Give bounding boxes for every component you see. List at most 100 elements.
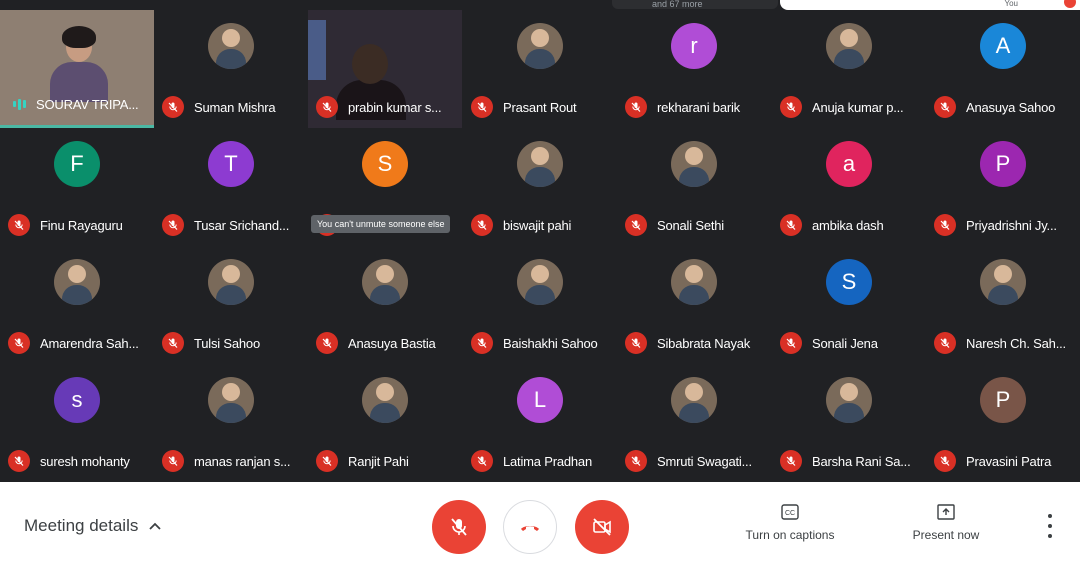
muted-mic-icon[interactable] bbox=[934, 332, 956, 354]
muted-mic-icon[interactable] bbox=[780, 450, 802, 472]
muted-mic-icon[interactable] bbox=[934, 450, 956, 472]
participant-tile[interactable]: F Finu Rayaguru bbox=[0, 128, 154, 246]
muted-mic-icon[interactable] bbox=[625, 332, 647, 354]
leave-call-button[interactable] bbox=[503, 500, 557, 554]
muted-mic-icon[interactable] bbox=[934, 214, 956, 236]
participant-name-row: Anuja kumar p... bbox=[780, 94, 904, 120]
participant-tile[interactable]: L Latima Pradhan bbox=[463, 364, 617, 482]
muted-mic-icon[interactable] bbox=[162, 214, 184, 236]
participant-tile[interactable]: prabin kumar s... bbox=[308, 10, 462, 128]
participant-tile[interactable]: Smruti Swagati... bbox=[617, 364, 771, 482]
muted-mic-icon[interactable] bbox=[625, 96, 647, 118]
participant-tile[interactable]: Baishakhi Sahoo bbox=[463, 246, 617, 364]
participants-chip[interactable]: and 67 more bbox=[612, 0, 778, 9]
participant-photo-avatar bbox=[517, 259, 563, 305]
participant-name: suresh mohanty bbox=[40, 453, 130, 469]
participant-tile[interactable]: P Pravasini Patra bbox=[926, 364, 1080, 482]
muted-mic-icon[interactable] bbox=[8, 214, 30, 236]
participant-tile[interactable]: Barsha Rani Sa... bbox=[772, 364, 926, 482]
participant-tile[interactable]: P Priyadrishni Jy... bbox=[926, 128, 1080, 246]
muted-mic-icon[interactable] bbox=[471, 450, 493, 472]
participant-name-row: Tusar Srichand... bbox=[162, 212, 289, 238]
participant-photo-avatar bbox=[826, 23, 872, 69]
captions-button[interactable]: CC Turn on captions bbox=[736, 504, 844, 542]
present-screen-icon bbox=[937, 504, 955, 520]
participant-name-row: biswajit pahi bbox=[471, 212, 571, 238]
muted-mic-icon[interactable] bbox=[471, 96, 493, 118]
participant-photo-avatar bbox=[54, 259, 100, 305]
muted-mic-icon[interactable] bbox=[316, 96, 338, 118]
participant-name-row: Smruti Swagati... bbox=[625, 448, 752, 474]
participant-tile[interactable]: Suman Mishra bbox=[154, 10, 308, 128]
hang-up-icon bbox=[521, 526, 539, 531]
participant-name: Priyadrishni Jy... bbox=[966, 217, 1057, 233]
participant-name-row: prabin kumar s... bbox=[316, 94, 442, 120]
muted-mic-icon[interactable] bbox=[780, 332, 802, 354]
participant-tile[interactable]: A Anasuya Sahoo bbox=[926, 10, 1080, 128]
muted-mic-icon[interactable] bbox=[162, 96, 184, 118]
muted-mic-icon[interactable] bbox=[316, 332, 338, 354]
participant-name-row: Pravasini Patra bbox=[934, 448, 1051, 474]
muted-mic-icon[interactable] bbox=[780, 96, 802, 118]
participant-name: ambika dash bbox=[812, 217, 884, 233]
participant-tile[interactable]: Anasuya Bastia bbox=[308, 246, 462, 364]
participant-name: Anasuya Sahoo bbox=[966, 99, 1056, 115]
muted-mic-icon[interactable] bbox=[471, 332, 493, 354]
participant-tile[interactable]: Naresh Ch. Sah... bbox=[926, 246, 1080, 364]
participant-name-row: Suman Mishra bbox=[162, 94, 276, 120]
meeting-details-button[interactable]: Meeting details bbox=[24, 516, 162, 536]
participant-tile[interactable]: SOURAV TRIPA... bbox=[0, 10, 154, 128]
participant-tile[interactable]: biswajit pahi bbox=[463, 128, 617, 246]
more-options-button[interactable] bbox=[1040, 514, 1060, 538]
participant-name: Barsha Rani Sa... bbox=[812, 453, 911, 469]
participant-tile[interactable]: Amarendra Sah... bbox=[0, 246, 154, 364]
muted-mic-icon[interactable] bbox=[471, 214, 493, 236]
muted-mic-icon[interactable] bbox=[8, 450, 30, 472]
participant-name: Anasuya Bastia bbox=[348, 335, 436, 351]
muted-mic-icon[interactable] bbox=[162, 450, 184, 472]
participant-photo-avatar bbox=[517, 23, 563, 69]
camera-toggle-button[interactable] bbox=[575, 500, 629, 554]
muted-mic-icon[interactable] bbox=[162, 332, 184, 354]
participant-name: Latima Pradhan bbox=[503, 453, 592, 469]
participant-letter-avatar: a bbox=[826, 141, 872, 187]
participant-name-row: Sonali Sethi bbox=[625, 212, 724, 238]
participant-tile[interactable]: S Sonali Jena bbox=[772, 246, 926, 364]
participant-tile[interactable]: Anuja kumar p... bbox=[772, 10, 926, 128]
participant-letter-avatar: L bbox=[517, 377, 563, 423]
participant-photo-avatar bbox=[208, 377, 254, 423]
muted-mic-icon[interactable] bbox=[780, 214, 802, 236]
participant-name-row: Barsha Rani Sa... bbox=[780, 448, 911, 474]
muted-mic-icon[interactable] bbox=[625, 214, 647, 236]
participant-name: rekharani barik bbox=[657, 99, 740, 115]
participant-photo-avatar bbox=[517, 141, 563, 187]
more-dot bbox=[1048, 534, 1052, 538]
participant-tile[interactable]: T Tusar Srichand... bbox=[154, 128, 308, 246]
participant-name: Tulsi Sahoo bbox=[194, 335, 260, 351]
participant-photo-avatar bbox=[362, 377, 408, 423]
participant-tile[interactable]: Sonali Sethi bbox=[617, 128, 771, 246]
muted-mic-icon[interactable] bbox=[625, 450, 647, 472]
participant-name: Sonali Jena bbox=[812, 335, 878, 351]
svg-text:CC: CC bbox=[785, 510, 795, 517]
participant-tile[interactable]: s suresh mohanty bbox=[0, 364, 154, 482]
participant-tile[interactable]: Prasant Rout bbox=[463, 10, 617, 128]
participant-tile[interactable]: a ambika dash bbox=[772, 128, 926, 246]
participant-tile[interactable]: r rekharani barik bbox=[617, 10, 771, 128]
participant-tile[interactable]: Sibabrata Nayak bbox=[617, 246, 771, 364]
muted-mic-icon[interactable] bbox=[934, 96, 956, 118]
present-now-button[interactable]: Present now bbox=[900, 504, 992, 542]
participant-name: Anuja kumar p... bbox=[812, 99, 904, 115]
muted-mic-icon[interactable] bbox=[8, 332, 30, 354]
participant-tile[interactable]: Ranjit Pahi bbox=[308, 364, 462, 482]
participant-name: SOURAV TRIPA... bbox=[36, 96, 139, 112]
participant-name-row: Sonali Jena bbox=[780, 330, 878, 356]
participant-name: Sibabrata Nayak bbox=[657, 335, 751, 351]
control-bar: Meeting details CC Turn on captions Pres… bbox=[0, 482, 1080, 561]
chevron-up-icon bbox=[149, 522, 161, 530]
participant-name-row: Finu Rayaguru bbox=[8, 212, 123, 238]
participant-tile[interactable]: manas ranjan s... bbox=[154, 364, 308, 482]
participant-tile[interactable]: Tulsi Sahoo bbox=[154, 246, 308, 364]
microphone-toggle-button[interactable] bbox=[432, 500, 486, 554]
muted-mic-icon[interactable] bbox=[316, 450, 338, 472]
